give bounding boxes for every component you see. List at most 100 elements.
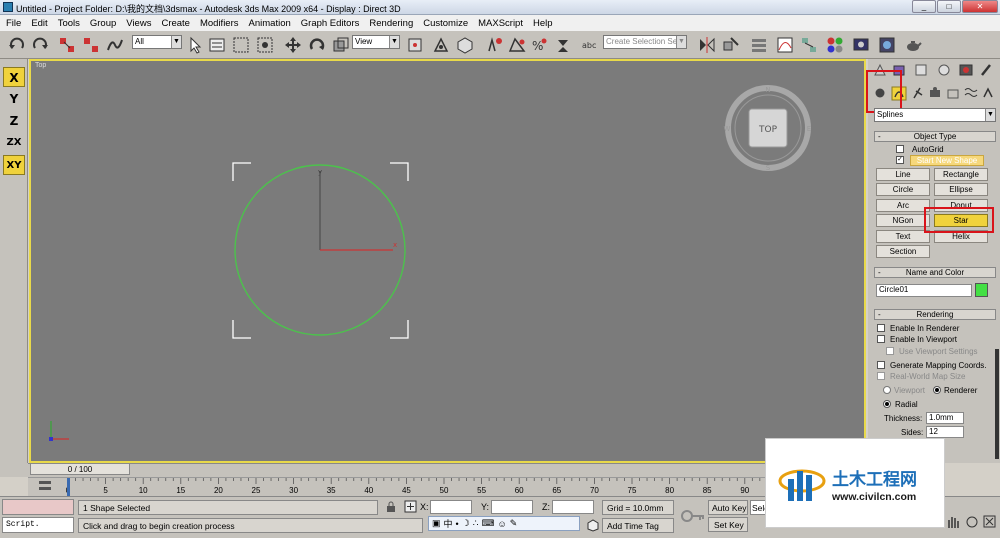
rendering-rollout-header[interactable]: - Rendering	[874, 309, 996, 320]
orbit-icon[interactable]	[966, 516, 978, 528]
ime-toolbar[interactable]: ▣ 中 • ☽ ∴ ⌨ ☺ ✎	[428, 516, 580, 531]
radial-radio[interactable]	[883, 400, 891, 408]
category-dropdown[interactable]: Splines ▼	[874, 108, 996, 122]
menu-file[interactable]: File	[6, 18, 21, 29]
material-editor-icon[interactable]	[826, 36, 844, 54]
app-icon[interactable]	[3, 2, 13, 12]
enable-in-viewport-checkbox[interactable]	[877, 335, 885, 343]
menu-edit[interactable]: Edit	[31, 18, 47, 29]
undo-icon[interactable]	[8, 36, 26, 54]
lock-selection-icon[interactable]	[385, 501, 397, 513]
edit-named-selection-icon[interactable]: abc	[580, 36, 598, 54]
utilities-tab-icon[interactable]	[981, 64, 991, 76]
maximize-button[interactable]: □	[937, 0, 961, 13]
restrict-x-button[interactable]: X	[3, 67, 25, 87]
menu-maxscript[interactable]: MAXScript	[478, 18, 523, 29]
absolute-mode-icon[interactable]	[404, 500, 417, 513]
systems-icon[interactable]	[983, 87, 993, 98]
unlink-icon[interactable]	[82, 36, 100, 54]
ime-keyboard-icon[interactable]: ⌨	[482, 518, 495, 529]
restrict-y-button[interactable]: Y	[3, 89, 25, 109]
menu-animation[interactable]: Animation	[249, 18, 291, 29]
display-tab-icon[interactable]	[959, 64, 973, 76]
use-viewport-settings-checkbox[interactable]	[886, 347, 894, 355]
angle-snap-icon[interactable]	[508, 36, 526, 54]
window-crossing-icon[interactable]	[256, 36, 274, 54]
layer-manager-icon[interactable]	[750, 36, 768, 54]
restrict-zx-button[interactable]: ZX	[3, 133, 25, 153]
ime-moon-icon[interactable]: ☽	[462, 518, 470, 529]
ime-mode-icon[interactable]: ▣	[432, 518, 441, 529]
x-coord-field[interactable]	[430, 500, 472, 514]
menu-modifiers[interactable]: Modifiers	[200, 18, 239, 29]
select-and-move-icon[interactable]	[284, 36, 302, 54]
maximize-viewport-icon[interactable]	[983, 515, 996, 528]
set-key-icon[interactable]	[680, 506, 706, 526]
snaps-toggle-icon[interactable]	[486, 36, 504, 54]
rectangle-button[interactable]: Rectangle	[934, 168, 988, 181]
restrict-z-button[interactable]: Z	[3, 111, 25, 131]
viewcube-top-label[interactable]: TOP	[758, 125, 778, 135]
reference-coordinate-dropdown[interactable]: View ▼	[352, 35, 400, 49]
cameras-icon[interactable]	[930, 87, 940, 97]
enable-in-renderer-checkbox[interactable]	[877, 324, 885, 332]
close-button[interactable]: ✕	[962, 0, 998, 13]
arc-button[interactable]: Arc	[876, 199, 930, 212]
align-icon[interactable]	[722, 36, 740, 54]
section-button[interactable]: Section	[876, 245, 930, 258]
line-button[interactable]: Line	[876, 168, 930, 181]
select-object-icon[interactable]	[186, 36, 204, 54]
ime-wrench-icon[interactable]: ✎	[510, 518, 518, 529]
menu-create[interactable]: Create	[161, 18, 190, 29]
object-type-rollout-header[interactable]: - Object Type	[874, 131, 996, 142]
circle-button[interactable]: Circle	[876, 183, 930, 196]
lights-icon[interactable]	[913, 87, 923, 99]
script-input[interactable]: Script.	[2, 517, 74, 533]
motion-tab-icon[interactable]	[938, 64, 950, 76]
frame-ruler[interactable]: 051015202530354045505560657075808590	[28, 477, 866, 496]
menu-rendering[interactable]: Rendering	[369, 18, 413, 29]
schematic-view-icon[interactable]	[800, 36, 818, 54]
autogrid-checkbox[interactable]	[896, 145, 904, 153]
maxscript-listener-mini[interactable]	[2, 499, 74, 515]
redo-icon[interactable]	[31, 36, 49, 54]
trackbar-toggle-icon[interactable]	[38, 479, 52, 493]
viewport-radio[interactable]	[883, 386, 891, 394]
menu-graph-editors[interactable]: Graph Editors	[301, 18, 360, 29]
real-world-map-checkbox[interactable]	[877, 372, 885, 380]
z-coord-field[interactable]	[552, 500, 594, 514]
start-new-shape-button[interactable]: Start New Shape	[910, 155, 984, 166]
y-coord-field[interactable]	[491, 500, 533, 514]
percent-snap-icon[interactable]: %	[530, 36, 548, 54]
ime-dots-icon[interactable]: ∴	[473, 518, 479, 529]
quick-render-teapot-icon[interactable]	[904, 36, 922, 54]
spinner-snap-icon[interactable]	[554, 36, 572, 54]
top-viewport[interactable]: Top y x TOP N S E W	[29, 59, 866, 463]
menu-customize[interactable]: Customize	[423, 18, 468, 29]
named-selection-set-field[interactable]: Create Selection Set ▼	[603, 35, 687, 49]
rendered-frame-window-icon[interactable]	[878, 36, 896, 54]
panel-scrollbar[interactable]	[995, 349, 999, 459]
current-frame-cursor[interactable]	[67, 478, 70, 496]
helpers-icon[interactable]	[947, 89, 959, 99]
hierarchy-tab-icon[interactable]	[915, 64, 927, 76]
thickness-field[interactable]: 1.0mm	[926, 412, 964, 424]
menu-group[interactable]: Group	[90, 18, 116, 29]
space-warps-icon[interactable]	[964, 88, 978, 97]
select-and-scale-icon[interactable]	[332, 36, 350, 54]
bind-space-warp-icon[interactable]	[106, 36, 124, 54]
generate-mapping-checkbox[interactable]	[877, 361, 885, 369]
renderer-radio[interactable]	[933, 386, 941, 394]
add-time-tag-button[interactable]: Add Time Tag	[602, 518, 674, 533]
ime-chinese-icon[interactable]: 中	[444, 517, 453, 530]
auto-key-button[interactable]: Auto Key	[708, 500, 748, 515]
ime-punct-icon[interactable]: •	[456, 519, 459, 529]
ngon-button[interactable]: NGon	[876, 214, 930, 227]
sides-field[interactable]: 12	[926, 426, 964, 438]
timeline-track[interactable]	[28, 463, 866, 477]
ime-user-icon[interactable]: ☺	[498, 519, 507, 529]
minimize-button[interactable]: _	[912, 0, 936, 13]
object-color-swatch[interactable]	[975, 283, 988, 297]
pivot-center-icon[interactable]	[406, 36, 424, 54]
text-button[interactable]: Text	[876, 230, 930, 243]
